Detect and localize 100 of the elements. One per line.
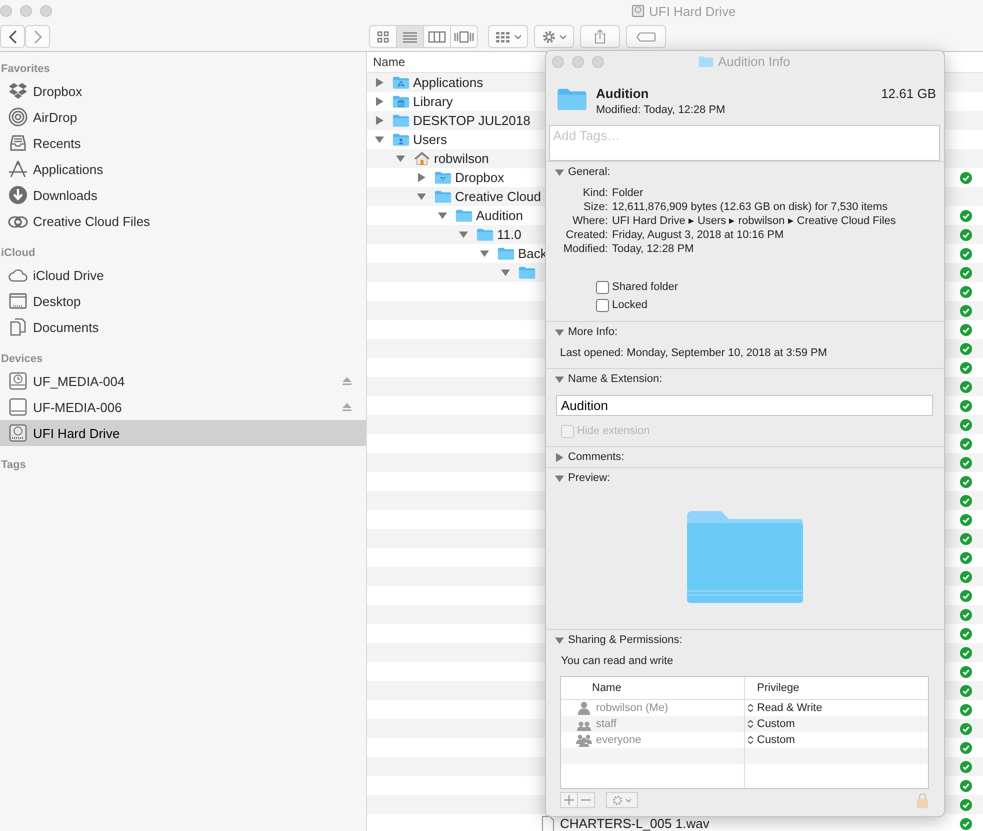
stepper-icon	[747, 719, 754, 729]
settings-icon	[612, 794, 623, 806]
column-header[interactable]: Name	[373, 55, 406, 69]
field-value: Folder	[612, 186, 644, 200]
item-size: 12.61 GB	[881, 86, 936, 103]
section-heading: Preview:	[568, 472, 610, 484]
privilege-popup[interactable]: Custom	[747, 718, 795, 730]
disclosure-triangle[interactable]	[375, 116, 384, 125]
checkbox-label: Hide extension	[577, 425, 650, 437]
sidebar-item[interactable]: UFI Hard Drive	[0, 420, 366, 446]
disclosure-triangle[interactable]	[501, 268, 510, 277]
drive-clock-icon	[8, 371, 28, 391]
arrange-button[interactable]	[488, 25, 528, 48]
field-value: UFI Hard Drive ▸ Users ▸ robwilson ▸ Creative Cloud Files	[612, 214, 897, 228]
disclosure-triangle[interactable]	[555, 328, 564, 336]
disclosure-triangle[interactable]	[555, 636, 564, 644]
share-icon	[594, 29, 606, 44]
item-name: Audition	[596, 86, 650, 101]
checkbox[interactable]	[596, 298, 609, 312]
back-button[interactable]	[0, 25, 25, 48]
disclosure-triangle[interactable]	[417, 173, 426, 182]
cover-flow-icon	[454, 30, 474, 44]
remove-button[interactable]	[577, 792, 595, 808]
folder-icon	[497, 246, 515, 261]
sidebar-item-label: Documents	[33, 320, 99, 334]
user-name: robwilson (Me)	[596, 702, 668, 714]
plus-icon	[564, 795, 574, 805]
stepper-icon	[747, 703, 754, 713]
download-icon	[8, 185, 28, 205]
checkbox[interactable]	[596, 280, 609, 294]
section-heading: General:	[568, 166, 610, 178]
sidebar-item[interactable]: iCloud Drive	[0, 262, 366, 288]
disclosure-triangle[interactable]	[555, 374, 564, 384]
sidebar-item-label: UF_MEDIA-004	[33, 374, 125, 388]
disclosure-triangle[interactable]	[438, 211, 447, 220]
disclosure-triangle[interactable]	[459, 230, 468, 239]
sidebar-item-label: UFI Hard Drive	[33, 426, 120, 440]
list-icon	[402, 30, 418, 44]
sidebar-heading: Tags	[1, 458, 27, 473]
sidebar-item[interactable]: Documents	[0, 314, 366, 340]
sidebar-item[interactable]: Downloads	[0, 182, 366, 208]
field-label: Where:	[572, 214, 608, 228]
folder-icon	[434, 189, 452, 204]
window-title: UFI Hard Drive	[649, 4, 736, 18]
view-button[interactable]	[450, 25, 478, 48]
add-button[interactable]	[560, 792, 578, 808]
drive-icon	[8, 397, 28, 417]
action-button[interactable]	[534, 25, 574, 48]
sidebar-item-label: Desktop	[33, 294, 81, 308]
grid-icon	[376, 30, 390, 44]
view-button[interactable]	[423, 25, 451, 48]
sidebar-item[interactable]: UF_MEDIA-004	[0, 368, 366, 394]
window-title: Audition Info	[718, 54, 790, 69]
sidebar-item-label: Downloads	[33, 188, 98, 202]
permission-note: You can read and write	[560, 654, 674, 668]
lock-icon	[916, 792, 929, 808]
disclosure-triangle[interactable]	[375, 78, 384, 87]
folder-icon	[455, 208, 473, 223]
sidebar-item-label: UF-MEDIA-006	[33, 400, 122, 414]
file-name: Dropbox	[455, 171, 504, 184]
sidebar-item[interactable]: Creative Cloud Files	[0, 208, 366, 234]
disclosure-triangle[interactable]	[555, 452, 564, 462]
caret-icon	[625, 798, 632, 802]
disclosure-triangle[interactable]	[555, 474, 564, 482]
forward-icon	[32, 30, 42, 44]
file-name: 11.0	[497, 228, 522, 241]
sidebar-item[interactable]: Dropbox	[0, 78, 366, 104]
name-field[interactable]: Audition	[556, 395, 933, 416]
column-header[interactable]: Privilege	[744, 677, 928, 699]
file-name: Library	[413, 95, 453, 108]
disclosure-triangle[interactable]	[375, 97, 384, 106]
desktop-icon	[8, 291, 28, 311]
sidebar-item[interactable]: Applications	[0, 156, 366, 182]
column-header[interactable]: Name	[561, 677, 744, 699]
field-label: Size:	[582, 200, 608, 214]
privilege-popup[interactable]: Read & Write	[747, 702, 822, 714]
home-icon	[413, 151, 431, 166]
sidebar-item[interactable]: AirDrop	[0, 104, 366, 130]
disclosure-triangle[interactable]	[396, 154, 405, 163]
hard-drive-icon	[631, 4, 645, 18]
view-button[interactable]	[396, 25, 424, 48]
disclosure-triangle[interactable]	[480, 249, 489, 258]
view-button[interactable]	[369, 25, 397, 48]
section-heading: More Info:	[568, 326, 618, 338]
person-icon	[576, 701, 592, 715]
sidebar-heading: iCloud	[1, 246, 36, 261]
sidebar-item[interactable]: Desktop	[0, 288, 366, 314]
privilege-popup[interactable]: Custom	[747, 734, 795, 746]
share-button[interactable]	[580, 25, 620, 48]
sidebar-item[interactable]: Recents	[0, 130, 366, 156]
sidebar-item-label: AirDrop	[33, 110, 78, 124]
tags-field[interactable]: Add Tags…	[549, 125, 940, 161]
action-button[interactable]	[606, 792, 638, 808]
tag-button[interactable]	[626, 25, 666, 48]
sidebar-item[interactable]: UF-MEDIA-006	[0, 394, 366, 420]
disclosure-triangle[interactable]	[555, 168, 564, 176]
disclosure-triangle[interactable]	[417, 192, 426, 201]
sidebar-item-label: Dropbox	[33, 84, 82, 98]
stepper-icon	[747, 735, 754, 745]
disclosure-triangle[interactable]	[375, 135, 384, 144]
